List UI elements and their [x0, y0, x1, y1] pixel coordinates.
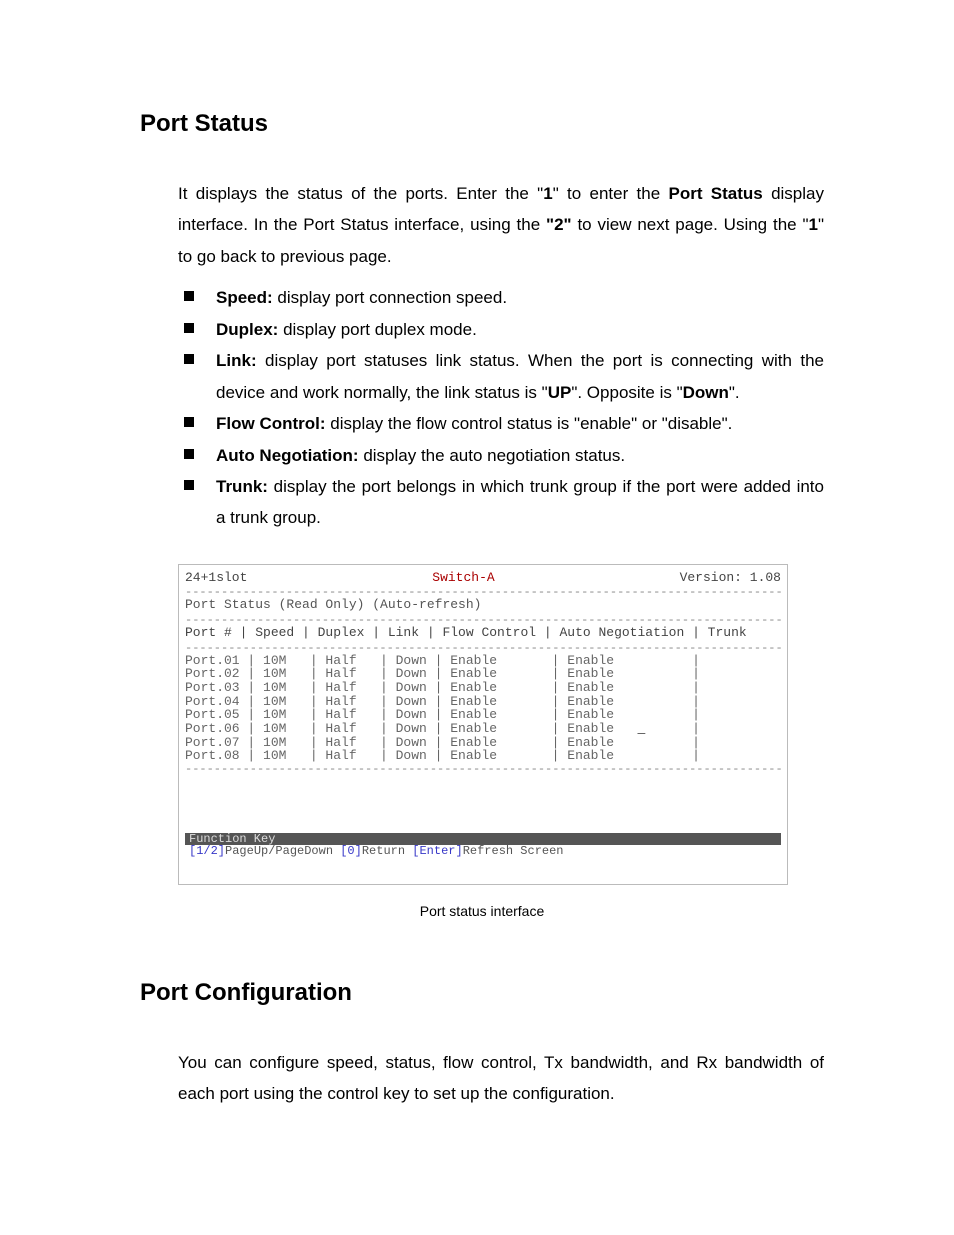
bullet-desc: display the port belongs in which trunk … — [216, 477, 824, 527]
bullet-flow-control: Flow Control: display the flow control s… — [178, 408, 824, 439]
term-top-center: Switch-A — [432, 571, 494, 585]
bullet-name: Trunk: — [216, 477, 268, 496]
bullet-auto-negotiation: Auto Negotiation: display the auto negot… — [178, 440, 824, 471]
bullet-desc: display the flow control status is "enab… — [326, 414, 733, 433]
table-row: Port.05 | 10M | Half | Down | Enable | E… — [185, 708, 781, 722]
key-1: 1 — [543, 184, 552, 203]
kw-up: UP — [548, 383, 572, 402]
bullet-name: Link: — [216, 351, 257, 370]
term-top-left: 24+1slot — [185, 571, 247, 585]
text: It displays the status of the ports. Ent… — [178, 184, 543, 203]
bullet-name: Duplex: — [216, 320, 278, 339]
divider: ----------------------------------------… — [185, 642, 781, 652]
bullet-desc: display port connection speed. — [273, 288, 507, 307]
table-row: Port.03 | 10M | Half | Down | Enable | E… — [185, 681, 781, 695]
text: Refresh Screen — [463, 844, 564, 858]
divider: ----------------------------------------… — [185, 586, 781, 596]
text: Return — [362, 844, 412, 858]
divider: ----------------------------------------… — [185, 614, 781, 624]
bullet-name: Speed: — [216, 288, 273, 307]
label-port-status: Port Status — [669, 184, 763, 203]
key-1b: 1 — [808, 215, 817, 234]
text: " to enter the — [553, 184, 669, 203]
bullet-name: Flow Control: — [216, 414, 326, 433]
term-subtitle: Port Status (Read Only) (Auto-refresh) — [185, 596, 781, 614]
table-row: Port.04 | 10M | Half | Down | Enable | E… — [185, 695, 781, 709]
table-row: Port.02 | 10M | Half | Down | Enable | E… — [185, 667, 781, 681]
key-pageup-pagedown: [1/2] — [189, 844, 225, 858]
bullet-desc: ". — [729, 383, 740, 402]
key-return: [0] — [340, 844, 362, 858]
bullet-duplex: Duplex: display port duplex mode. — [178, 314, 824, 345]
port-status-bullet-list: Speed: display port connection speed. Du… — [178, 282, 824, 534]
bullet-speed: Speed: display port connection speed. — [178, 282, 824, 313]
heading-port-status: Port Status — [140, 110, 824, 138]
key-enter: [Enter] — [412, 844, 462, 858]
bullet-trunk: Trunk: display the port belongs in which… — [178, 471, 824, 534]
table-row: Port.07 | 10M | Half | Down | Enable | E… — [185, 736, 781, 750]
port-status-intro: It displays the status of the ports. Ent… — [178, 178, 824, 272]
table-row: Port.06 | 10M | Half | Down | Enable | E… — [185, 722, 781, 736]
kw-down: Down — [683, 383, 729, 402]
bullet-desc: display port duplex mode. — [278, 320, 476, 339]
term-header-row: Port # | Speed | Duplex | Link | Flow Co… — [185, 624, 781, 642]
bullet-link: Link: display port statuses link status.… — [178, 345, 824, 408]
table-row: Port.01 | 10M | Half | Down | Enable | E… — [185, 654, 781, 668]
text: to view next page. Using the " — [572, 215, 809, 234]
divider: ----------------------------------------… — [185, 763, 781, 773]
table-row: Port.08 | 10M | Half | Down | Enable | E… — [185, 749, 781, 763]
heading-port-configuration: Port Configuration — [140, 979, 824, 1007]
bullet-desc: ". Opposite is " — [571, 383, 682, 402]
term-top-right: Version: 1.08 — [680, 571, 781, 585]
key-2: "2" — [546, 215, 572, 234]
port-configuration-text: You can configure speed, status, flow co… — [178, 1047, 824, 1110]
bullet-name: Auto Negotiation: — [216, 446, 359, 465]
terminal-screenshot: 24+1slot Switch-A Version: 1.08 --------… — [178, 564, 788, 885]
term-data-rows: Port.01 | 10M | Half | Down | Enable | E… — [185, 654, 781, 763]
terminal-caption: Port status interface — [140, 903, 824, 919]
bullet-desc: display the auto negotiation status. — [359, 446, 626, 465]
term-function-key-line: [1/2]PageUp/PageDown [0]Return [Enter]Re… — [185, 845, 781, 858]
text: PageUp/PageDown — [225, 844, 340, 858]
